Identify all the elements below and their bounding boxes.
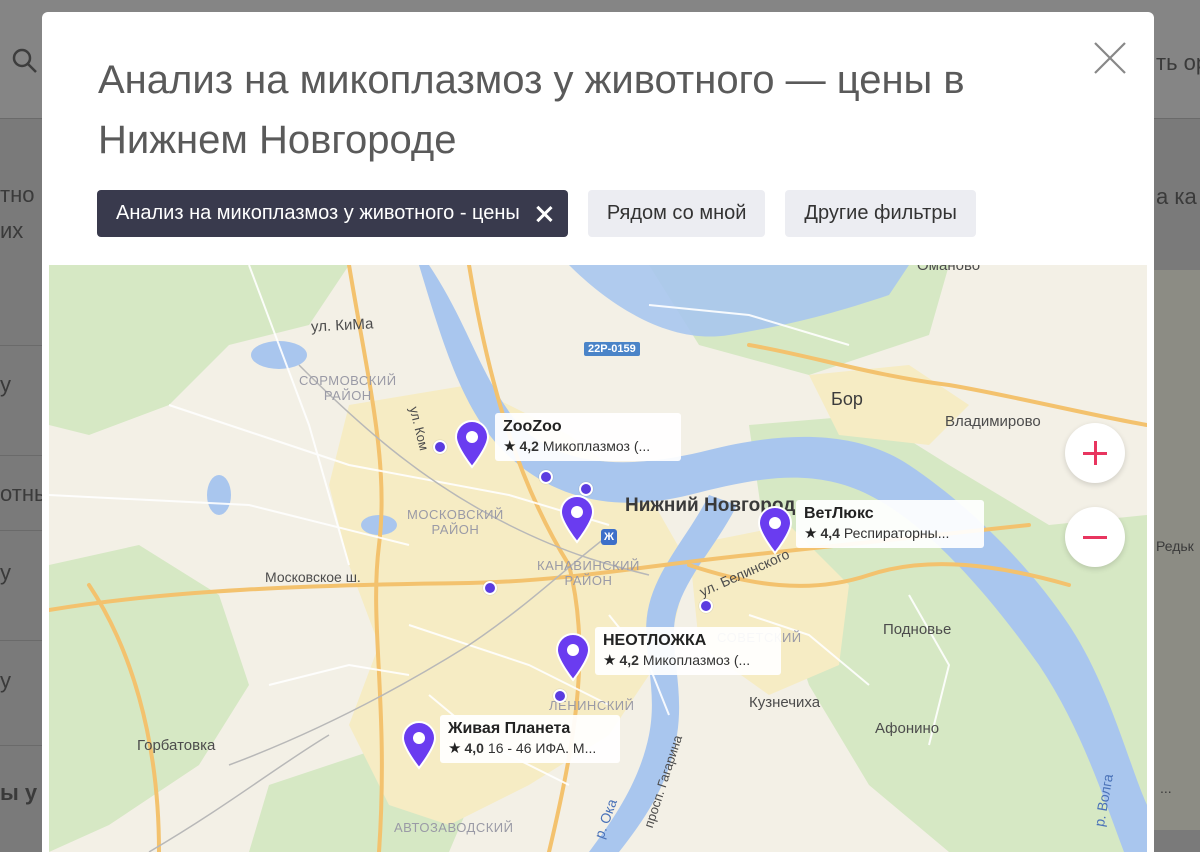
background-text: их: [0, 218, 24, 243]
filter-map-modal: Анализ на микоплазмоз у животного — цены…: [42, 12, 1154, 852]
map-label-district: АВТОЗАВОДСКИЙ: [394, 820, 514, 835]
modal-title: Анализ на микоплазмоз у животного — цены…: [98, 58, 965, 162]
star-icon: ★: [448, 740, 462, 757]
map-label-moskovskoe-shosse: Московское ш.: [265, 569, 361, 585]
clinic-description: Микоплазмоз (...: [642, 652, 751, 668]
clinic-description: Микоплазмоз (...: [542, 438, 651, 454]
background-divider: [0, 455, 42, 456]
clinic-rating: 4,4: [820, 525, 840, 541]
background-text: а ка: [1156, 184, 1197, 209]
background-text: у: [0, 560, 11, 585]
star-icon: ★: [804, 525, 818, 542]
clinic-rating: 4,2: [519, 438, 539, 454]
map-label-district: КАНАВИНСКИЙ РАЙОН: [537, 558, 640, 588]
background-text: ы у: [0, 780, 38, 805]
background-divider: [0, 345, 42, 346]
zoom-in-button[interactable]: [1065, 423, 1125, 483]
map-label-omanovo: Оманово: [917, 265, 981, 274]
map-label-afonino: Афонино: [875, 720, 940, 737]
clinic-pin[interactable]: [558, 494, 596, 544]
clinic-name: Живая Планета: [448, 720, 571, 737]
map-pin-icon: [555, 633, 591, 682]
active-filter-label: Анализ на микоплазмоз у животного - цены: [116, 202, 520, 224]
map-label-district: МОСКОВСКИЙ РАЙОН: [407, 507, 504, 537]
close-button[interactable]: [1090, 38, 1130, 78]
clinic-card[interactable]: НЕОТЛОЖКА ★ 4,2 Микоплазмоз (...: [595, 627, 781, 675]
active-filter-chip[interactable]: Анализ на микоплазмоз у животного - цены: [97, 190, 568, 237]
map-poi-marker[interactable]: [483, 581, 497, 595]
background-divider: [0, 640, 42, 641]
map-pin-icon: [454, 420, 490, 469]
map[interactable]: Оманово ул. КиМа 22Р-0159 СОРМОВСКИЙ РАЙ…: [49, 265, 1147, 852]
map-label-vladimirovo: Владимирово: [945, 413, 1041, 430]
clinic-name: ВетЛюкс: [804, 505, 874, 522]
metro-station-icon: Ж: [601, 529, 617, 545]
close-icon: [1094, 42, 1126, 74]
map-label-district: СОРМОВСКИЙ РАЙОН: [299, 373, 397, 403]
map-label-podnovye: Подновье: [883, 621, 952, 638]
map-poi-marker[interactable]: [433, 440, 447, 454]
map-poi-marker[interactable]: [539, 470, 553, 484]
filter-chips: Анализ на микоплазмоз у животного - цены…: [97, 190, 976, 237]
star-icon: ★: [503, 438, 517, 455]
clinic-pin[interactable]: [400, 720, 438, 770]
nearby-filter-button[interactable]: Рядом со мной: [587, 190, 766, 237]
background-text: ...: [1160, 780, 1172, 796]
clinic-description: Респираторны...: [843, 525, 950, 541]
map-label-kuznechikha: Кузнечиха: [749, 694, 821, 711]
background-search-icon: [12, 48, 38, 81]
clinic-meta: ★ 4,2 Микоплазмоз (...: [503, 437, 673, 456]
clinic-name: ZooZoo: [503, 418, 562, 435]
background-text: Редьк: [1156, 538, 1194, 554]
clinic-description: 16 - 46 ИФА. М...: [487, 740, 597, 756]
clinic-pin[interactable]: [554, 632, 592, 682]
map-road-number: 22Р-0159: [584, 342, 640, 356]
background-text: у: [0, 372, 11, 397]
clinic-name: НЕОТЛОЖКА: [603, 632, 707, 649]
clinic-rating: 4,2: [619, 652, 639, 668]
map-label-gorbatovka: Горбатовка: [137, 737, 216, 754]
map-poi-marker[interactable]: [553, 689, 567, 703]
remove-filter-icon[interactable]: [534, 204, 554, 224]
star-icon: ★: [603, 652, 617, 669]
clinic-card[interactable]: Живая Планета ★ 4,0 16 - 46 ИФА. М...: [440, 715, 620, 763]
background-divider: [0, 745, 42, 746]
background-text: у: [0, 668, 11, 693]
clinic-rating: 4,0: [464, 740, 484, 756]
clinic-meta: ★ 4,2 Микоплазмоз (...: [603, 651, 773, 670]
map-pin-icon: [401, 721, 437, 770]
map-pin-icon: [757, 506, 793, 555]
clinic-pin[interactable]: [453, 419, 491, 469]
map-pin-icon: [559, 495, 595, 544]
clinic-card[interactable]: ВетЛюкс ★ 4,4 Респираторны...: [796, 500, 984, 548]
map-poi-marker[interactable]: [699, 599, 713, 613]
map-label-street-kima: ул. КиМа: [310, 315, 374, 336]
other-filters-button[interactable]: Другие фильтры: [785, 190, 976, 237]
clinic-card[interactable]: ZooZoo ★ 4,2 Микоплазмоз (...: [495, 413, 681, 461]
clinic-pin[interactable]: [756, 505, 794, 555]
clinic-meta: ★ 4,4 Респираторны...: [804, 524, 976, 543]
clinic-meta: ★ 4,0 16 - 46 ИФА. М...: [448, 739, 612, 758]
map-label-bor: Бор: [831, 389, 863, 409]
zoom-out-button[interactable]: [1065, 507, 1125, 567]
background-divider: [0, 530, 42, 531]
background-text: ть ор: [1156, 50, 1200, 75]
background-text: тно: [0, 182, 35, 207]
